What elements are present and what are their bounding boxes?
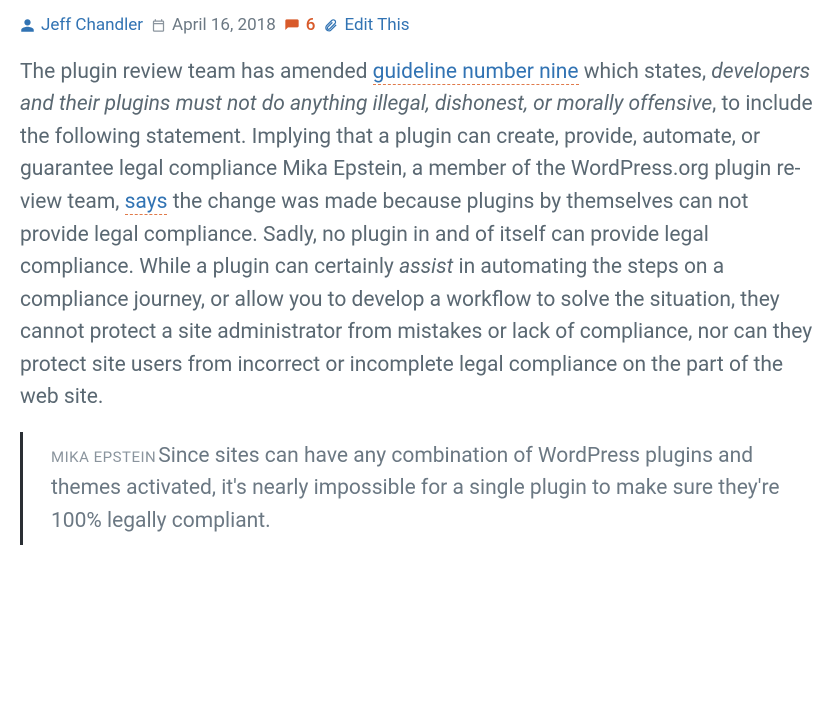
post-date: April 16, 2018 [172, 14, 276, 38]
comments-meta: 6 [284, 14, 316, 38]
edit-meta: Edit This [323, 14, 409, 38]
person-icon [20, 18, 35, 33]
quote-author: Mika Epstein [51, 448, 156, 466]
blockquote: Mika EpsteinSince sites can have any com… [20, 432, 818, 546]
body-text: which states, [579, 60, 712, 84]
body-text: The plugin review team has amended [20, 60, 373, 84]
article-paragraph: The plugin review team has amended guide… [20, 56, 818, 414]
date-meta: April 16, 2018 [151, 14, 276, 38]
author-link[interactable]: Jeff Chandler [41, 14, 143, 38]
emphasis-text: assist [399, 255, 453, 279]
comments-link[interactable]: 6 [306, 14, 316, 38]
guideline-link[interactable]: guideline number nine [373, 60, 579, 85]
paperclip-icon [323, 18, 338, 33]
says-link[interactable]: says [125, 190, 168, 215]
calendar-icon [151, 18, 166, 33]
quote-text: Since sites can have any combination of … [51, 444, 780, 533]
comment-icon [284, 18, 300, 34]
post-meta-bar: Jeff Chandler April 16, 2018 6 Edit This [20, 14, 818, 38]
edit-link[interactable]: Edit This [344, 14, 409, 38]
author-meta: Jeff Chandler [20, 14, 143, 38]
article-body: The plugin review team has amended guide… [20, 56, 818, 546]
